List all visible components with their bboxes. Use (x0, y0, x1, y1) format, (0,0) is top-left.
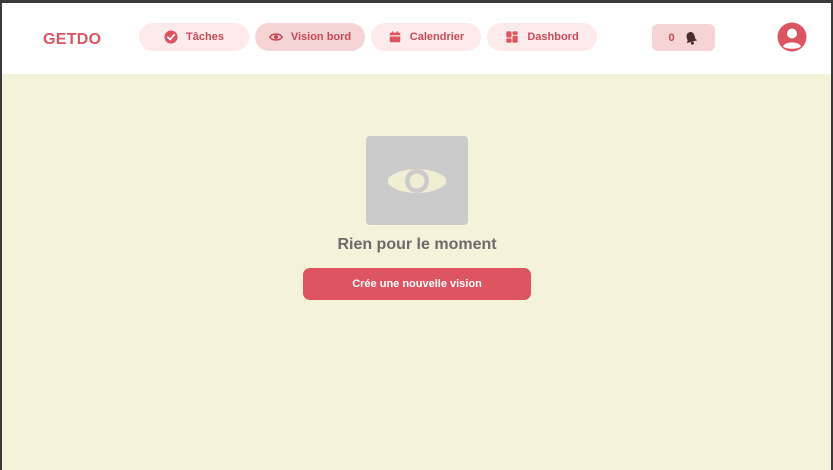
dashboard-icon (505, 30, 519, 44)
bell-icon (683, 30, 699, 46)
nav-tab-label: Dashbord (527, 31, 579, 43)
nav-tab-label: Calendrier (409, 31, 465, 43)
create-vision-button[interactable]: Crée une nouvelle vision (303, 268, 531, 300)
calendar-icon (388, 30, 402, 44)
nav-tab-label: Tâches (186, 31, 224, 43)
eye-icon (383, 168, 451, 193)
nav-tab-label: Vision bord (290, 31, 352, 43)
empty-state-message: Rien pour le moment (337, 236, 497, 253)
user-avatar-icon[interactable] (777, 22, 807, 52)
empty-state-image (366, 136, 468, 225)
app-frame: GETDO Tâches Vision bord Calendrier Dash… (2, 3, 831, 470)
nav-tab-dashbord[interactable]: Dashbord (487, 23, 597, 51)
nav-tab-calendrier[interactable]: Calendrier (371, 23, 481, 51)
top-header: GETDO Tâches Vision bord Calendrier Dash… (2, 3, 831, 74)
notifications-button[interactable]: 0 (652, 24, 715, 51)
notification-count: 0 (668, 31, 675, 44)
eye-icon (268, 30, 283, 44)
app-logo[interactable]: GETDO (43, 31, 101, 49)
nav-tab-vision-bord[interactable]: Vision bord (255, 23, 365, 51)
nav-tab-taches[interactable]: Tâches (139, 23, 249, 51)
check-circle-icon (164, 30, 178, 44)
